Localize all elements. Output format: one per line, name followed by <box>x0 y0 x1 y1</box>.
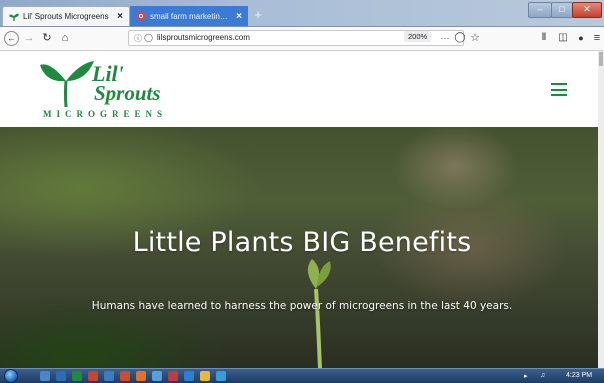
home-icon[interactable]: ⌂ <box>58 31 72 45</box>
info-icon[interactable]: ⓘ <box>134 33 142 44</box>
chrome-icon[interactable] <box>216 371 226 381</box>
sprout-favicon-icon <box>9 12 19 22</box>
bookmark-star-icon[interactable]: ☆ <box>468 31 482 45</box>
logo-text-microgreens: MICROGREENS <box>43 109 168 119</box>
hero-banner: Little Plants BIG Benefits Humans have l… <box>0 127 598 368</box>
zoom-level-badge[interactable]: 200% <box>404 31 432 42</box>
clock[interactable]: 4:23 PM <box>566 372 592 379</box>
navigation-toolbar: ← → ↻ ⌂ ⓘ ◯ lilsproutsmicrogreens.com 20… <box>0 27 604 51</box>
sprout-logo-icon <box>40 61 94 108</box>
chrome-favicon-icon <box>136 11 146 21</box>
page-actions-icon[interactable]: ··· <box>438 31 452 45</box>
firefox-icon[interactable] <box>136 371 146 381</box>
tab-google-search[interactable]: small farm marketing logo - G × <box>130 6 248 26</box>
maximize-button[interactable]: □ <box>551 2 573 18</box>
acrobat-icon[interactable] <box>120 371 130 381</box>
app-icon[interactable] <box>168 371 178 381</box>
url-text[interactable]: lilsproutsmicrogreens.com <box>157 33 250 42</box>
volume-icon[interactable]: ♫ <box>540 372 545 379</box>
browser-title-bar: Lil' Sprouts Microgreens × small farm ma… <box>0 0 604 27</box>
start-button-icon[interactable] <box>4 369 18 383</box>
forward-icon[interactable]: → <box>22 31 36 45</box>
network-icon[interactable]: ▸ <box>524 372 528 380</box>
tracking-shield-icon[interactable]: ◯ <box>144 33 153 42</box>
word-icon[interactable] <box>56 371 66 381</box>
minimize-button[interactable]: – <box>528 2 552 18</box>
tab-lil-sprouts[interactable]: Lil' Sprouts Microgreens × <box>2 6 130 26</box>
close-tab-icon[interactable]: × <box>236 11 242 22</box>
back-icon[interactable]: ← <box>4 31 19 46</box>
close-tab-icon[interactable]: × <box>117 11 123 22</box>
powerpoint-icon[interactable] <box>88 371 98 381</box>
ie-icon[interactable] <box>184 371 194 381</box>
site-header: Lil' Sprouts MICROGREENS <box>0 51 598 127</box>
sidebar-icon[interactable]: ◫ <box>556 31 570 45</box>
new-tab-button[interactable]: + <box>251 8 265 22</box>
folder-icon[interactable] <box>200 371 210 381</box>
hero-title: Little Plants BIG Benefits <box>132 227 472 258</box>
windows-taskbar: ▸ ♫ 4:23 PM <box>0 368 604 383</box>
pocket-icon[interactable]: ◯ <box>453 31 467 45</box>
tab-title: small farm marketing logo - G <box>150 11 233 21</box>
menu-icon[interactable]: ≡ <box>590 31 604 45</box>
hero-subtitle: Humans have learned to harness the power… <box>91 300 513 312</box>
scrollbar-thumb[interactable] <box>599 52 603 66</box>
tab-title: Lil' Sprouts Microgreens <box>23 12 109 21</box>
outlook-icon[interactable] <box>104 371 114 381</box>
reload-icon[interactable]: ↻ <box>40 31 54 45</box>
library-icon[interactable]: Ⅱ <box>537 31 551 45</box>
site-logo[interactable]: Lil' Sprouts MICROGREENS <box>40 57 170 123</box>
explorer-icon[interactable] <box>40 371 50 381</box>
extension-icon[interactable]: ● <box>574 31 588 45</box>
logo-text-sprouts: Sprouts <box>94 81 161 105</box>
hamburger-menu-icon[interactable] <box>551 83 567 96</box>
page-scrollbar[interactable] <box>598 51 604 368</box>
media-player-icon[interactable] <box>152 371 162 381</box>
close-window-button[interactable]: ✕ <box>572 2 602 18</box>
excel-icon[interactable] <box>72 371 82 381</box>
